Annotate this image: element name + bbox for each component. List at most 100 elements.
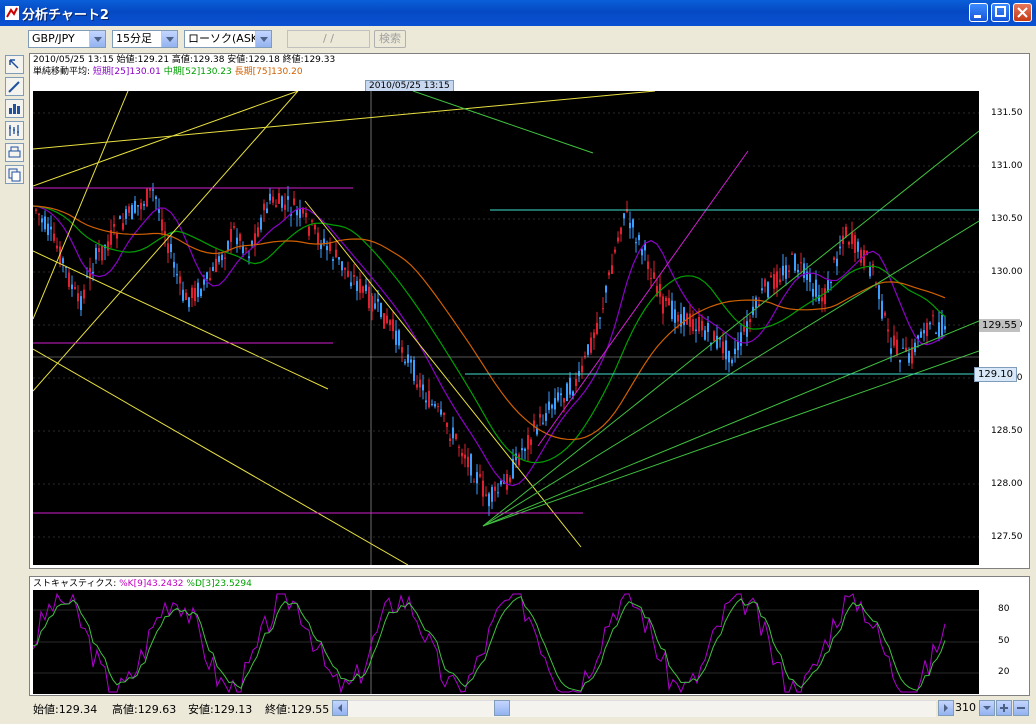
count-down-button[interactable] — [979, 700, 995, 716]
candle-body — [788, 270, 790, 272]
status-low: 安値:129.13 — [188, 703, 253, 716]
stochastics-chart[interactable] — [33, 590, 979, 694]
candle-body — [482, 480, 484, 497]
bar-chart-tool-button[interactable] — [5, 99, 24, 118]
candle-body — [95, 247, 97, 260]
stochastics-svg[interactable] — [33, 590, 979, 694]
candle-body — [278, 193, 280, 204]
candle-body — [593, 332, 595, 338]
candle-body — [887, 329, 889, 332]
candle-body — [131, 205, 133, 220]
candle-body — [62, 258, 64, 264]
copy-icon — [8, 168, 21, 182]
price-chart-svg[interactable] — [33, 91, 979, 565]
candle-body — [608, 272, 610, 276]
candle-body — [191, 287, 193, 299]
chart-type-value: ローソク(ASK) — [188, 32, 263, 45]
candle-body — [284, 204, 286, 210]
chevron-down-icon[interactable] — [89, 31, 105, 47]
stochastics-info: ストキャスティクス: %K[9]43.2432 %D[3]23.5294 — [33, 579, 252, 589]
candle-body — [638, 235, 640, 241]
candle-body — [260, 217, 262, 230]
trendline-green — [482, 320, 979, 527]
candle-body — [494, 486, 496, 491]
candle-body — [755, 297, 757, 308]
minimize-button[interactable] — [969, 3, 988, 22]
print-button[interactable] — [5, 143, 24, 162]
search-button[interactable]: 検索 — [374, 30, 406, 48]
pointer-icon — [9, 59, 19, 69]
candle-body — [341, 261, 343, 271]
trendline-yellow — [33, 91, 656, 150]
horizontal-scrollbar[interactable] — [348, 700, 936, 717]
candle-body — [338, 257, 340, 260]
candle-body — [569, 377, 571, 395]
candle-body — [785, 265, 787, 279]
candle-body — [488, 493, 490, 507]
candle-body — [35, 209, 37, 211]
trendline-green — [482, 350, 979, 527]
candle-body — [653, 272, 655, 279]
pointer-tool-button[interactable] — [5, 55, 24, 74]
scroll-left-button[interactable] — [332, 700, 348, 716]
status-close: 終値:129.55 — [265, 703, 330, 716]
candle-body — [650, 277, 652, 279]
candle-body — [749, 319, 751, 323]
candle-body — [101, 245, 103, 261]
candle-body — [623, 213, 625, 219]
indicator-tool-button[interactable] — [5, 121, 24, 140]
candle-body — [296, 209, 298, 216]
candle-body — [764, 279, 766, 287]
candle-body — [209, 278, 211, 281]
scroll-thumb[interactable] — [494, 700, 510, 716]
candle-body — [599, 317, 601, 319]
candle-body — [464, 454, 466, 459]
candle-body — [590, 337, 592, 353]
pair-select[interactable]: GBP/JPY — [28, 30, 106, 48]
candle-body — [308, 226, 310, 236]
candle-body — [491, 487, 493, 502]
candle-body — [689, 313, 691, 327]
candle-body — [695, 329, 697, 332]
candle-body — [344, 267, 346, 270]
candle-body — [716, 335, 718, 349]
zoom-in-button[interactable] — [996, 700, 1012, 716]
candle-body — [365, 284, 367, 292]
scroll-right-button[interactable] — [938, 700, 954, 716]
chevron-down-icon[interactable] — [161, 31, 177, 47]
maximize-button[interactable] — [991, 3, 1010, 22]
ma-info: 単純移動平均: 短期[25]130.01 中期[52]130.23 長期[75]… — [33, 67, 303, 77]
candle-body — [98, 248, 100, 252]
candle-body — [266, 208, 268, 213]
candle-body — [923, 330, 925, 334]
price-chart[interactable] — [33, 91, 979, 565]
candle-body — [200, 288, 202, 297]
candle-body — [128, 206, 130, 213]
candle-body — [833, 257, 835, 260]
candle-body — [698, 317, 700, 332]
date-input[interactable]: / / — [287, 30, 370, 48]
candle-body — [197, 282, 199, 298]
candle-body — [362, 286, 364, 293]
copy-button[interactable] — [5, 165, 24, 184]
candle-body — [404, 361, 406, 364]
timeframe-select[interactable]: 15分足 — [112, 30, 178, 48]
draw-tool-button[interactable] — [5, 77, 24, 96]
candle-body — [704, 330, 706, 340]
candle-body — [509, 477, 511, 483]
chart-type-select[interactable]: ローソク(ASK) — [184, 30, 272, 48]
candle-body — [770, 275, 772, 278]
candle-body — [77, 293, 79, 302]
current-price-tag: 129.55 — [979, 319, 1020, 332]
candle-body — [485, 494, 487, 496]
close-button[interactable] — [1013, 3, 1032, 22]
candle-body — [248, 256, 250, 259]
price-tick: 128.50 — [991, 426, 1023, 436]
candle-body — [305, 212, 307, 218]
zoom-out-button[interactable] — [1013, 700, 1029, 716]
ma-mid-label: 中期[52]130.23 — [163, 67, 232, 77]
candle-body — [74, 286, 76, 289]
candle-body — [422, 384, 424, 391]
window-title: 分析チャート2 — [22, 8, 109, 23]
chevron-down-icon[interactable] — [255, 31, 271, 47]
